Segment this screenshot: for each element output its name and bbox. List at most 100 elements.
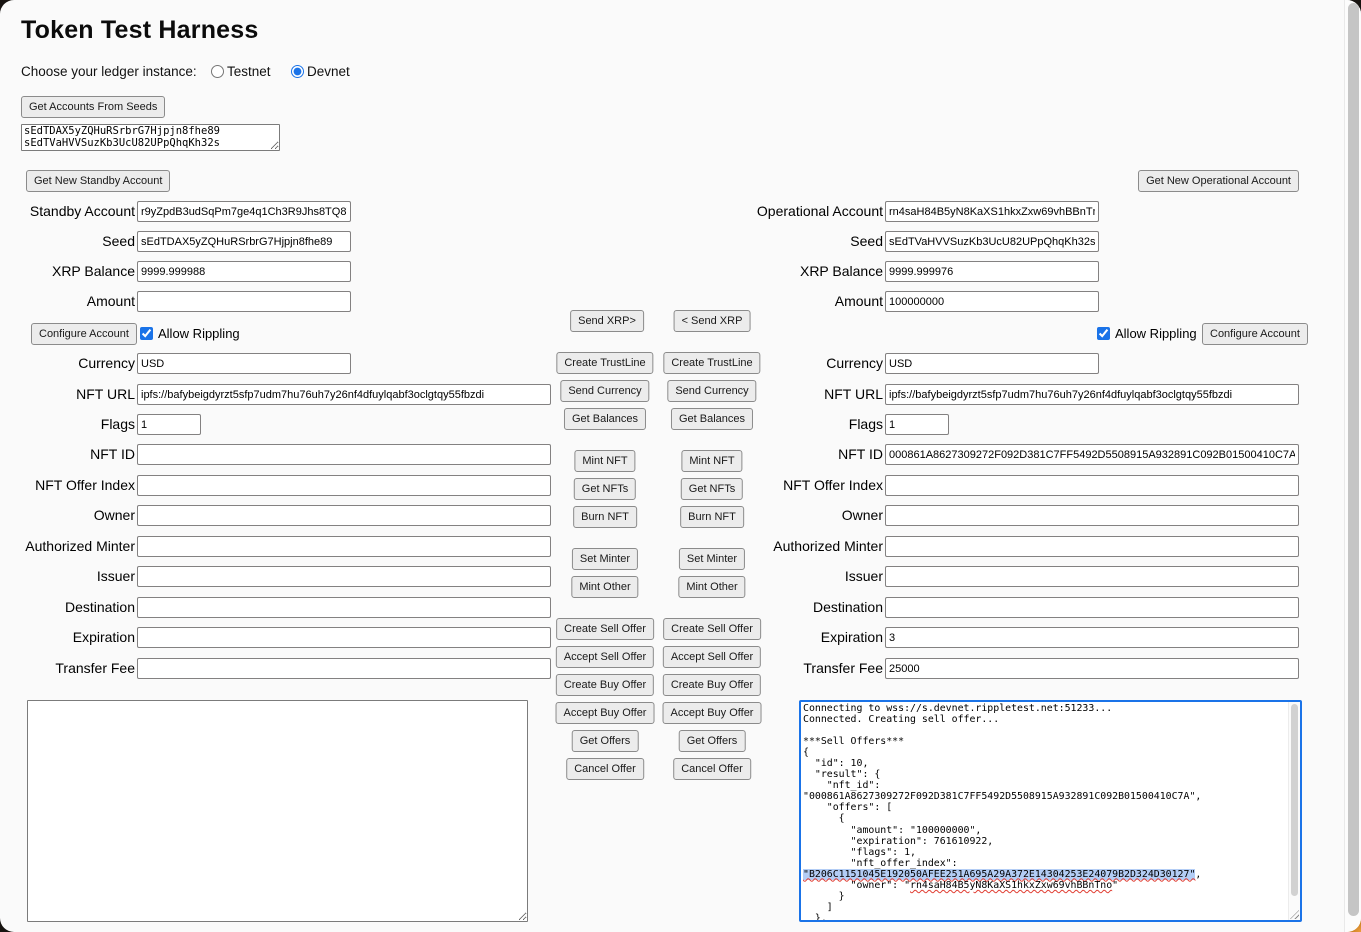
page-scrollbar-thumb[interactable] bbox=[1348, 3, 1359, 916]
operational-authorized-minter-input[interactable] bbox=[885, 536, 1299, 557]
operational-mint-nft-button[interactable]: Mint NFT bbox=[681, 450, 742, 472]
testnet-radio-label[interactable]: Testnet bbox=[227, 64, 271, 79]
operational-get-offers-button[interactable]: Get Offers bbox=[679, 730, 746, 752]
standby-seed-input[interactable] bbox=[137, 231, 351, 252]
operational-allow-rippling-checkbox[interactable] bbox=[1097, 327, 1110, 340]
standby-burn-nft-button[interactable]: Burn NFT bbox=[573, 506, 637, 528]
get-new-operational-account-button[interactable]: Get New Operational Account bbox=[1138, 170, 1299, 192]
operational-create-buy-offer-button[interactable]: Create Buy Offer bbox=[663, 674, 761, 696]
operational-seed-input[interactable] bbox=[885, 231, 1099, 252]
operational-send-xrp-button[interactable]: < Send XRP bbox=[674, 310, 751, 332]
results-scrollbar-thumb[interactable] bbox=[1291, 704, 1298, 896]
operational-flags-label: Flags bbox=[748, 414, 883, 435]
standby-nft-offer-index-input[interactable] bbox=[137, 475, 551, 496]
operational-xrp-balance-input[interactable] bbox=[885, 261, 1099, 282]
operational-results-textarea[interactable]: Connecting to wss://s.devnet.rippletest.… bbox=[799, 700, 1302, 922]
devnet-radio[interactable] bbox=[291, 65, 304, 78]
standby-authorized-minter-input[interactable] bbox=[137, 536, 551, 557]
operational-flags-input[interactable] bbox=[885, 414, 949, 435]
page-scrollbar[interactable] bbox=[1344, 0, 1361, 932]
operational-allow-rippling-label[interactable]: Allow Rippling bbox=[1115, 323, 1197, 344]
standby-mint-nft-button[interactable]: Mint NFT bbox=[574, 450, 635, 472]
standby-account-input[interactable] bbox=[137, 201, 351, 222]
get-new-standby-account-button[interactable]: Get New Standby Account bbox=[26, 170, 170, 192]
operational-nft-offer-index-label: NFT Offer Index bbox=[748, 475, 883, 496]
operational-set-minter-button[interactable]: Set Minter bbox=[679, 548, 745, 570]
operational-get-balances-button[interactable]: Get Balances bbox=[671, 408, 753, 430]
standby-currency-label: Currency bbox=[0, 353, 135, 374]
standby-transfer-fee-input[interactable] bbox=[137, 658, 551, 679]
standby-get-offers-button[interactable]: Get Offers bbox=[572, 730, 639, 752]
standby-owner-label: Owner bbox=[0, 505, 135, 526]
standby-configure-account-button[interactable]: Configure Account bbox=[31, 323, 137, 345]
operational-xrp-balance-label: XRP Balance bbox=[748, 261, 883, 282]
operational-expiration-input[interactable] bbox=[885, 627, 1299, 648]
standby-mint-other-button[interactable]: Mint Other bbox=[571, 576, 638, 598]
operational-authorized-minter-label: Authorized Minter bbox=[748, 536, 883, 557]
standby-results-textarea[interactable] bbox=[27, 700, 528, 922]
seeds-textarea[interactable]: sEdTDAX5yZQHuRSrbrG7Hjpjn8fhe89 sEdTVaHV… bbox=[21, 124, 280, 151]
standby-cancel-offer-button[interactable]: Cancel Offer bbox=[566, 758, 644, 780]
operational-amount-input[interactable] bbox=[885, 291, 1099, 312]
standby-allow-rippling-label[interactable]: Allow Rippling bbox=[158, 323, 240, 344]
standby-get-balances-button[interactable]: Get Balances bbox=[564, 408, 646, 430]
operational-destination-label: Destination bbox=[748, 597, 883, 618]
standby-account-label: Standby Account bbox=[0, 201, 135, 222]
operational-destination-input[interactable] bbox=[885, 597, 1299, 618]
operational-nft-offer-index-input[interactable] bbox=[885, 475, 1299, 496]
operational-accept-buy-offer-button[interactable]: Accept Buy Offer bbox=[663, 702, 762, 724]
standby-xrp-balance-input[interactable] bbox=[137, 261, 351, 282]
operational-create-sell-offer-button[interactable]: Create Sell Offer bbox=[663, 618, 761, 640]
standby-get-nfts-button[interactable]: Get NFTs bbox=[574, 478, 636, 500]
testnet-radio[interactable] bbox=[211, 65, 224, 78]
standby-create-sell-offer-button[interactable]: Create Sell Offer bbox=[556, 618, 654, 640]
standby-transfer-fee-label: Transfer Fee bbox=[0, 658, 135, 679]
standby-authorized-minter-label: Authorized Minter bbox=[0, 536, 135, 557]
standby-amount-input[interactable] bbox=[137, 291, 351, 312]
operational-burn-nft-button[interactable]: Burn NFT bbox=[680, 506, 744, 528]
get-accounts-from-seeds-button[interactable]: Get Accounts From Seeds bbox=[21, 96, 165, 118]
standby-nft-url-input[interactable] bbox=[137, 384, 551, 405]
standby-accept-buy-offer-button[interactable]: Accept Buy Offer bbox=[556, 702, 655, 724]
standby-set-minter-button[interactable]: Set Minter bbox=[572, 548, 638, 570]
standby-create-buy-offer-button[interactable]: Create Buy Offer bbox=[556, 674, 654, 696]
operational-currency-input[interactable] bbox=[885, 353, 1099, 374]
standby-nft-url-label: NFT URL bbox=[0, 384, 135, 405]
operational-accept-sell-offer-button[interactable]: Accept Sell Offer bbox=[663, 646, 761, 668]
operational-configure-account-button[interactable]: Configure Account bbox=[1202, 323, 1308, 345]
standby-nft-id-input[interactable] bbox=[137, 444, 551, 465]
operational-owner-input[interactable] bbox=[885, 505, 1299, 526]
operational-seed-label: Seed bbox=[748, 231, 883, 252]
operational-issuer-label: Issuer bbox=[748, 566, 883, 587]
operational-expiration-label: Expiration bbox=[748, 627, 883, 648]
operational-mint-other-button[interactable]: Mint Other bbox=[678, 576, 745, 598]
standby-expiration-label: Expiration bbox=[0, 627, 135, 648]
standby-create-trustline-button[interactable]: Create TrustLine bbox=[556, 352, 653, 374]
standby-currency-input[interactable] bbox=[137, 353, 351, 374]
standby-xrp-balance-label: XRP Balance bbox=[0, 261, 135, 282]
operational-transfer-fee-input[interactable] bbox=[885, 658, 1299, 679]
standby-seed-label: Seed bbox=[0, 231, 135, 252]
operational-account-input[interactable] bbox=[885, 201, 1099, 222]
operational-get-nfts-button[interactable]: Get NFTs bbox=[681, 478, 743, 500]
standby-send-xrp-button[interactable]: Send XRP> bbox=[570, 310, 644, 332]
devnet-radio-label[interactable]: Devnet bbox=[307, 64, 350, 79]
standby-issuer-label: Issuer bbox=[0, 566, 135, 587]
standby-destination-input[interactable] bbox=[137, 597, 551, 618]
standby-allow-rippling-checkbox[interactable] bbox=[140, 327, 153, 340]
operational-nft-id-input[interactable] bbox=[885, 444, 1299, 465]
operational-issuer-input[interactable] bbox=[885, 566, 1299, 587]
standby-flags-input[interactable] bbox=[137, 414, 201, 435]
standby-nft-id-label: NFT ID bbox=[0, 444, 135, 465]
operational-nft-url-input[interactable] bbox=[885, 384, 1299, 405]
standby-issuer-input[interactable] bbox=[137, 566, 551, 587]
operational-create-trustline-button[interactable]: Create TrustLine bbox=[663, 352, 760, 374]
standby-expiration-input[interactable] bbox=[137, 627, 551, 648]
standby-owner-input[interactable] bbox=[137, 505, 551, 526]
operational-cancel-offer-button[interactable]: Cancel Offer bbox=[673, 758, 751, 780]
standby-nft-offer-index-label: NFT Offer Index bbox=[0, 475, 135, 496]
results-scrollbar[interactable] bbox=[1288, 702, 1300, 920]
standby-accept-sell-offer-button[interactable]: Accept Sell Offer bbox=[556, 646, 654, 668]
standby-send-currency-button[interactable]: Send Currency bbox=[560, 380, 649, 402]
operational-send-currency-button[interactable]: Send Currency bbox=[667, 380, 756, 402]
